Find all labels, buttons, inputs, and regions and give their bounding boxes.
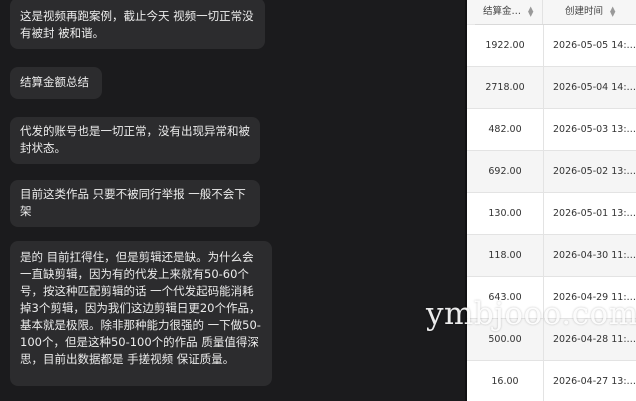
cell-date: 2026-05-01 13:… <box>553 208 636 219</box>
chat-message-5[interactable]: 是的 目前扛得住，但是剪辑还是缺。为什么会一直缺剪辑，因为有的代发上来就有50-… <box>10 241 272 386</box>
chat-message-3[interactable]: 代发的账号也是一切正常，没有出现异常和被封状态。 <box>10 117 260 164</box>
table-row[interactable]: 482.00 2026-05-03 13:… <box>467 109 636 151</box>
cell-date: 2026-04-30 11:… <box>553 250 636 261</box>
chat-message-4[interactable]: 目前这类作品 只要不被同行举报 一般不会下架 <box>10 180 260 227</box>
cell-amount: 130.00 <box>467 193 544 234</box>
cell-amount: 482.00 <box>467 109 544 150</box>
column-header-amount[interactable]: 结算金… ▲ ▼ <box>467 0 543 24</box>
cell-amount: 692.00 <box>467 151 544 192</box>
cell-date: 2026-05-02 13:… <box>553 166 636 177</box>
chat-panel: 这是视频再跑案例，截止今天 视频一切正常没有被封 被和谐。 结算金额总结 代发的… <box>0 0 468 401</box>
settlement-table: 结算金… ▲ ▼ 创建时间 ▲ ▼ 1922.00 2026-05-05 14:… … <box>467 0 636 401</box>
cell-amount: 1922.00 <box>467 25 544 66</box>
cell-date: 2026-05-04 14:… <box>553 82 636 93</box>
cell-date: 2026-04-29 11:… <box>553 292 636 303</box>
cell-amount: 118.00 <box>467 235 544 276</box>
cell-date: 2026-05-03 13:… <box>553 124 636 135</box>
cell-date: 2026-04-28 11:… <box>553 334 636 345</box>
sort-icon[interactable]: ▲ ▼ <box>528 5 533 17</box>
column-header-date[interactable]: 创建时间 ▲ ▼ <box>543 0 636 24</box>
table-row[interactable]: 1922.00 2026-05-05 14:… <box>467 25 636 67</box>
table-row[interactable]: 500.00 2026-04-28 11:… <box>467 319 636 361</box>
cell-amount: 643.00 <box>467 277 544 318</box>
cell-amount: 500.00 <box>467 319 544 360</box>
cell-amount: 16.00 <box>467 361 544 401</box>
table-row[interactable]: 130.00 2026-05-01 13:… <box>467 193 636 235</box>
chat-message-1[interactable]: 这是视频再跑案例，截止今天 视频一切正常没有被封 被和谐。 <box>10 0 265 49</box>
chat-message-2[interactable]: 结算金额总结 <box>10 67 102 99</box>
table-row[interactable]: 692.00 2026-05-02 13:… <box>467 151 636 193</box>
cell-date: 2026-04-27 13:… <box>553 376 636 387</box>
table-row[interactable]: 16.00 2026-04-27 13:… <box>467 361 636 401</box>
cell-amount: 2718.00 <box>467 67 544 108</box>
table-row[interactable]: 118.00 2026-04-30 11:… <box>467 235 636 277</box>
cell-date: 2026-05-05 14:… <box>553 40 636 51</box>
table-row[interactable]: 2718.00 2026-05-04 14:… <box>467 67 636 109</box>
table-row[interactable]: 643.00 2026-04-29 11:… <box>467 277 636 319</box>
column-header-amount-label: 结算金… <box>483 6 522 17</box>
table-header: 结算金… ▲ ▼ 创建时间 ▲ ▼ <box>467 0 636 25</box>
sort-icon[interactable]: ▲ ▼ <box>610 5 615 17</box>
column-header-date-label: 创建时间 <box>565 6 604 17</box>
